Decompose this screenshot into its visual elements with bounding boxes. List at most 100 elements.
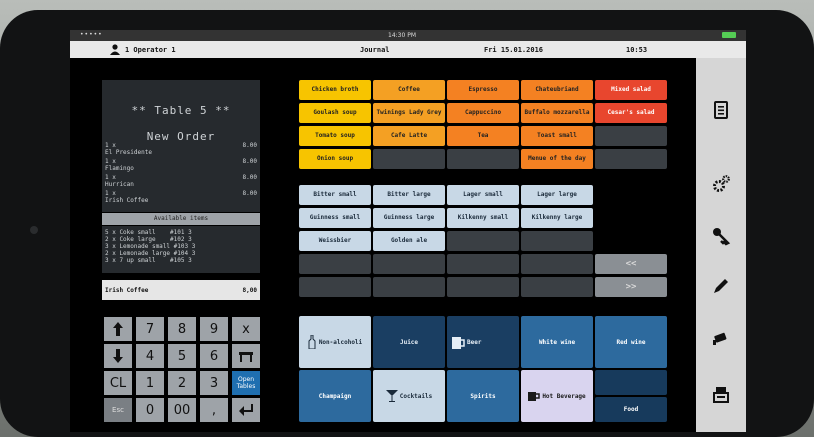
key-1[interactable]: 1 xyxy=(136,371,164,395)
list-item[interactable]: 2 x Coke large #102 3 xyxy=(102,236,260,243)
product-weissbier[interactable]: Weissbier xyxy=(299,231,371,251)
battery-icon xyxy=(722,32,736,38)
product-empty-slot xyxy=(373,254,445,274)
product-lager-large[interactable]: Lager large xyxy=(521,185,593,205)
multiply-button[interactable]: x xyxy=(232,317,260,341)
key-icon[interactable] xyxy=(711,226,731,246)
product-espresso[interactable]: Espresso xyxy=(447,80,519,100)
product-onion-soup[interactable]: Onion soup xyxy=(299,149,371,169)
cash-register-icon[interactable] xyxy=(711,384,731,404)
category-cocktails[interactable]: Cocktails xyxy=(373,370,445,422)
key-00[interactable]: 00 xyxy=(168,398,196,422)
open-tables-button[interactable]: Open Tables xyxy=(232,371,260,395)
table-button[interactable] xyxy=(232,344,260,368)
product-empty-slot xyxy=(373,277,445,297)
page-next-button[interactable]: >> xyxy=(595,277,667,297)
product-tea[interactable]: Tea xyxy=(447,126,519,146)
decimal-key[interactable]: , xyxy=(200,398,228,422)
product-goulash-soup[interactable]: Goulash soup xyxy=(299,103,371,123)
camera-icon[interactable] xyxy=(711,328,731,348)
category-spirits[interactable]: Spirits xyxy=(447,370,519,422)
product-cesars-salad[interactable]: Cesar's salad xyxy=(595,103,667,123)
category-hot-beverage[interactable]: Hot Beverage xyxy=(521,370,593,422)
key-5[interactable]: 5 xyxy=(168,344,196,368)
key-9[interactable]: 9 xyxy=(200,317,228,341)
key-2[interactable]: 2 xyxy=(168,371,196,395)
product-buffalo-mozzarella[interactable]: Buffalo mozzarella xyxy=(521,103,593,123)
receipt-line-price: 8.00 xyxy=(242,190,257,197)
product-cafe-latte[interactable]: Cafe Latte xyxy=(373,126,445,146)
key-4[interactable]: 4 xyxy=(136,344,164,368)
product-bitter-large[interactable]: Bitter large xyxy=(373,185,445,205)
product-mixed-salad[interactable]: Mixed salad xyxy=(595,80,667,100)
product-empty-slot xyxy=(521,277,593,297)
product-empty-slot xyxy=(447,149,519,169)
product-chateubriand[interactable]: Chateubriand xyxy=(521,80,593,100)
receipt-icon[interactable] xyxy=(711,100,731,120)
escape-button[interactable]: Esc xyxy=(104,398,132,422)
cocktail-glass-icon xyxy=(385,390,398,402)
receipt-line: 1 x 8.00 xyxy=(105,190,257,197)
header-bar: 1 Operator 1 Journal Fri 15.01.2016 10:5… xyxy=(70,41,746,58)
list-item[interactable]: 5 x Coke small #101 3 xyxy=(102,226,260,236)
product-empty-slot xyxy=(447,277,519,297)
product-empty-slot xyxy=(521,231,593,251)
product-bitter-small[interactable]: Bitter small xyxy=(299,185,371,205)
available-items-list[interactable]: 5 x Coke small #101 3 2 x Coke large #10… xyxy=(102,226,260,273)
selected-item-price: 8,00 xyxy=(242,287,257,294)
clear-button[interactable]: CL xyxy=(104,371,132,395)
product-chicken-broth[interactable]: Chicken broth xyxy=(299,80,371,100)
product-toast-small[interactable]: Toast small xyxy=(521,126,593,146)
product-twinings-lady-grey[interactable]: Twinings Lady Grey xyxy=(373,103,445,123)
receipt-line-qty: 1 x xyxy=(105,190,116,197)
product-guinness-small[interactable]: Guinness small xyxy=(299,208,371,228)
list-item[interactable]: 3 x Lemonade small #103 3 xyxy=(102,243,260,250)
category-label: Beer xyxy=(467,338,482,346)
pen-icon[interactable] xyxy=(711,276,731,296)
product-coffee[interactable]: Coffee xyxy=(373,80,445,100)
arrow-down-button[interactable] xyxy=(104,344,132,368)
product-empty-slot xyxy=(595,126,667,146)
arrow-up-button[interactable] xyxy=(104,317,132,341)
category-beer[interactable]: Beer xyxy=(447,316,519,368)
page-prev-button[interactable]: << xyxy=(595,254,667,274)
product-cappuccino[interactable]: Cappuccino xyxy=(447,103,519,123)
product-empty-slot xyxy=(595,149,667,169)
product-empty-slot xyxy=(373,149,445,169)
product-empty-slot xyxy=(447,231,519,251)
product-golden-ale[interactable]: Golden ale xyxy=(373,231,445,251)
clock-label: 10:53 xyxy=(626,46,648,54)
category-champaign[interactable]: Champaign xyxy=(299,370,371,422)
product-guinness-large[interactable]: Guinness large xyxy=(373,208,445,228)
list-item[interactable]: 3 x 7 up small #105 3 xyxy=(102,257,260,264)
table-icon xyxy=(239,352,253,362)
category-juice[interactable]: Juice xyxy=(373,316,445,368)
product-kilkenny-large[interactable]: Kilkenny large xyxy=(521,208,593,228)
key-0[interactable]: 0 xyxy=(136,398,164,422)
category-white-wine[interactable]: White wine xyxy=(521,316,593,368)
status-bar: ••••• 14:30 PM xyxy=(70,30,746,41)
status-time: 14:30 PM xyxy=(388,32,416,39)
receipt-line-name: Irish Coffee xyxy=(105,197,149,204)
order-receipt[interactable]: ** Table 5 ** New Order 1 x 8.00 El Pres… xyxy=(102,80,260,212)
key-3[interactable]: 3 xyxy=(200,371,228,395)
category-red-wine[interactable]: Red wine xyxy=(595,316,667,368)
product-kilkenny-small[interactable]: Kilkenny small xyxy=(447,208,519,228)
product-tomato-soup[interactable]: Tomato soup xyxy=(299,126,371,146)
key-6[interactable]: 6 xyxy=(200,344,228,368)
settings-gears-icon[interactable] xyxy=(711,174,731,194)
selected-item-bar[interactable]: Irish Coffee 8,00 xyxy=(102,280,260,300)
operator-label[interactable]: 1 Operator 1 xyxy=(125,46,176,54)
key-8[interactable]: 8 xyxy=(168,317,196,341)
receipt-line-name: Flamingo xyxy=(105,165,134,172)
product-menue-of-the-day[interactable]: Menue of the day xyxy=(521,149,593,169)
list-item[interactable]: 2 x Lemonade large #104 3 xyxy=(102,250,260,257)
enter-button[interactable] xyxy=(232,398,260,422)
arrow-down-icon xyxy=(113,349,123,363)
category-food[interactable]: Food xyxy=(595,397,667,422)
category-non-alcoholic[interactable]: Non-alcoholi xyxy=(299,316,371,368)
product-lager-small[interactable]: Lager small xyxy=(447,185,519,205)
front-camera xyxy=(30,226,38,234)
key-7[interactable]: 7 xyxy=(136,317,164,341)
receipt-line-qty: 1 x xyxy=(105,174,116,181)
